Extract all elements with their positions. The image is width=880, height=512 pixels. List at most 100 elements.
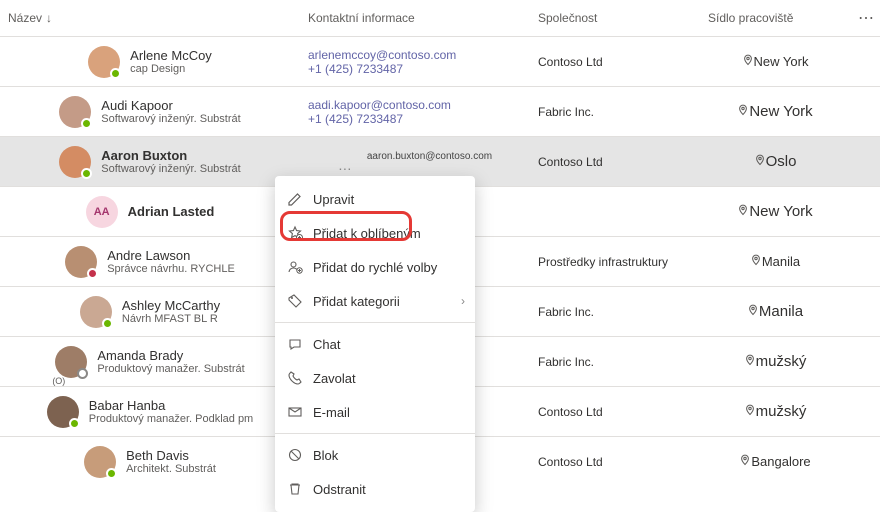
avatar (80, 296, 112, 328)
phone-icon (287, 370, 303, 386)
column-header-location[interactable]: Sídlo pracoviště (700, 11, 850, 25)
menu-item-favorite[interactable]: Přidat k oblíbeným (275, 216, 475, 250)
location-cell: Oslo (700, 153, 850, 171)
column-header-label: Název (8, 11, 42, 25)
context-menu: Upravit Přidat k oblíbeným Přidat do ryc… (275, 176, 475, 512)
presence-indicator (81, 168, 92, 179)
contact-title: Architekt. Substrát (126, 463, 216, 475)
presence-indicator (81, 118, 92, 129)
menu-item-call[interactable]: Zavolat (275, 361, 475, 395)
company-cell: Fabric Inc. (530, 355, 700, 369)
menu-item-label: Blok (313, 448, 338, 463)
location-cell: Bangalore (700, 453, 850, 471)
menu-item-label: Upravit (313, 192, 354, 207)
contact-email[interactable]: arlenemccoy@contoso.com (308, 48, 522, 62)
contact-email[interactable]: aadi.kapoor@contoso.com (308, 98, 522, 112)
menu-item-category[interactable]: Přidat kategorii › (275, 284, 475, 318)
contact-name: Arlene McCoy (130, 48, 212, 63)
contact-cell: arlenemccoy@contoso.com+1 (425) 7233487 (300, 48, 530, 76)
presence-indicator (87, 268, 98, 279)
company-cell: Prostředky infrastruktury (530, 255, 700, 269)
company-name: Contoso Ltd (538, 455, 692, 469)
contact-title: Správce návrhu. RYCHLE (107, 263, 235, 275)
avatar (65, 246, 97, 278)
location-pin-icon (747, 303, 759, 321)
location-cell: mužský (700, 353, 850, 371)
presence-indicator (77, 368, 88, 379)
menu-item-label: Zavolat (313, 371, 356, 386)
name-cell: ★Andre LawsonSprávce návrhu. RYCHLE (0, 246, 300, 278)
star-add-icon (287, 225, 303, 241)
mail-icon (287, 404, 303, 420)
company-name: Fabric Inc. (538, 105, 692, 119)
column-options-button[interactable]: ⋯ (850, 8, 880, 28)
location-cell: New York (700, 103, 850, 121)
company-cell: Contoso Ltd (530, 55, 700, 69)
pencil-icon (287, 191, 303, 207)
contact-title: Softwarový inženýr. Substrát (101, 113, 240, 125)
avatar-badge: (O) (51, 376, 66, 386)
column-header-label: Společnost (538, 11, 597, 25)
column-header-company[interactable]: Společnost (530, 11, 700, 25)
contact-name: Aaron Buxton (101, 148, 240, 163)
menu-item-label: Odstranit (313, 482, 366, 497)
menu-item-label: Přidat do rychlé volby (313, 260, 437, 275)
name-cell: Aaron BuxtonSoftwarový inženýr. Substrát (0, 146, 300, 178)
contact-cell: … aaron.buxton@contoso.com (300, 151, 530, 173)
location-text: mužský (756, 353, 807, 370)
location-pin-icon (737, 203, 749, 221)
company-cell: Contoso Ltd (530, 455, 700, 469)
menu-item-edit[interactable]: Upravit (275, 182, 475, 216)
menu-item-label: Chat (313, 337, 340, 352)
table-header: Název ↓ Kontaktní informace Společnost S… (0, 0, 880, 36)
company-cell: Contoso Ltd (530, 405, 700, 419)
company-cell: Fabric Inc. (530, 105, 700, 119)
menu-item-speeddial[interactable]: Přidat do rychlé volby (275, 250, 475, 284)
column-header-name[interactable]: Název ↓ (0, 11, 300, 25)
menu-item-block[interactable]: Blok (275, 438, 475, 472)
avatar: AA (86, 196, 118, 228)
company-cell: Fabric Inc. (530, 305, 700, 319)
contact-phone[interactable]: +1 (425) 7233487 (308, 112, 522, 126)
location-cell: New York (700, 203, 850, 221)
contact-phone[interactable]: +1 (425) 7233487 (308, 62, 522, 76)
name-cell: Arlene McCoycap Design (0, 46, 300, 78)
chevron-right-icon: › (461, 294, 465, 308)
column-header-label: Kontaktní informace (308, 11, 415, 25)
menu-item-label: Přidat kategorii (313, 294, 400, 309)
name-cell: Audi KapoorSoftwarový inženýr. Substrát (0, 96, 300, 128)
presence-indicator (106, 468, 117, 479)
contact-name: Adrian Lasted (128, 204, 215, 219)
contact-title: Softwarový inženýr. Substrát (101, 163, 240, 175)
location-pin-icon (744, 403, 756, 421)
avatar (84, 446, 116, 478)
presence-indicator (110, 68, 121, 79)
name-cell: AA Adrian Lasted (0, 196, 300, 228)
location-text: mužský (756, 403, 807, 420)
menu-item-delete[interactable]: Odstranit (275, 472, 475, 506)
column-header-contact[interactable]: Kontaktní informace (300, 11, 530, 25)
contact-email[interactable]: aaron.buxton@contoso.com (367, 151, 492, 162)
contact-title: Návrh MFAST BL R (122, 313, 220, 325)
name-cell: (O)Amanda BradyProduktový manažer. Subst… (0, 346, 300, 378)
contact-title: cap Design (130, 63, 212, 75)
location-text: Bangalore (751, 454, 810, 469)
location-text: New York (749, 103, 812, 120)
presence-indicator (102, 318, 113, 329)
location-text: New York (749, 203, 812, 220)
company-name: Contoso Ltd (538, 55, 692, 69)
row-more-button[interactable]: … (338, 157, 353, 173)
avatar (59, 96, 91, 128)
table-row[interactable]: Arlene McCoycap Designarlenemccoy@contos… (0, 36, 880, 86)
company-name: Fabric Inc. (538, 355, 692, 369)
location-pin-icon (754, 153, 766, 171)
location-pin-icon (742, 53, 754, 71)
contact-name: Amanda Brady (97, 348, 244, 363)
menu-item-email[interactable]: E-mail (275, 395, 475, 429)
name-cell: Ashley McCarthyNávrh MFAST BL R (0, 296, 300, 328)
sort-descending-icon: ↓ (46, 11, 52, 25)
presence-indicator (69, 418, 80, 429)
menu-item-chat[interactable]: Chat (275, 327, 475, 361)
location-pin-icon (750, 253, 762, 271)
table-row[interactable]: Audi KapoorSoftwarový inženýr. Substrát a… (0, 86, 880, 136)
